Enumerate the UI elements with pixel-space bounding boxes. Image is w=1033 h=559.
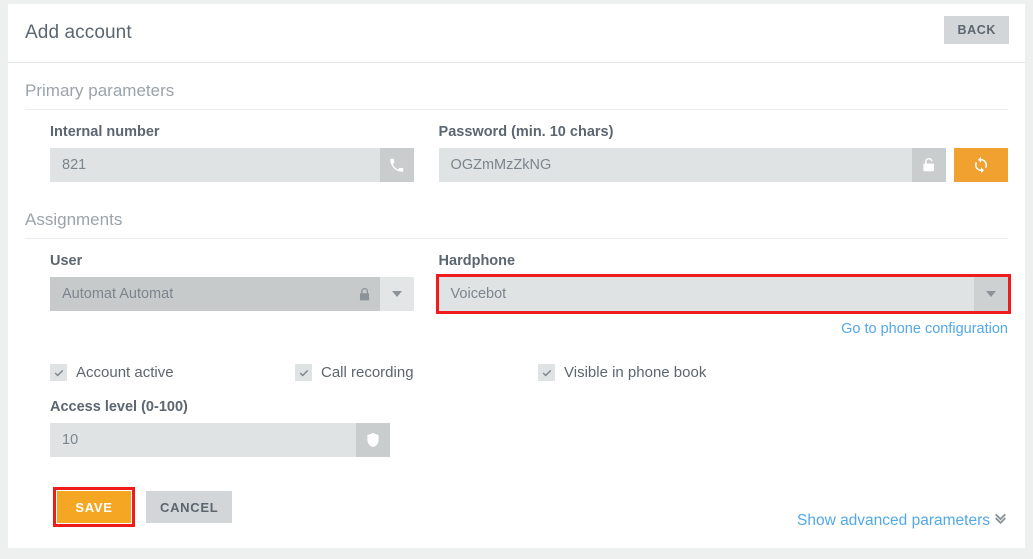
unlocked-padlock-icon — [912, 148, 946, 182]
user-label: User — [50, 253, 83, 269]
cancel-button[interactable]: CANCEL — [146, 491, 233, 523]
hardphone-select[interactable]: Voicebot — [435, 274, 1012, 314]
internal-number-field: Internal number — [50, 124, 414, 182]
internal-number-input[interactable] — [50, 148, 380, 182]
locked-padlock-icon — [349, 277, 380, 311]
password-input-wrap — [438, 148, 1008, 182]
section-heading-assignments: Assignments — [25, 210, 1008, 239]
options-checkbox-row: Account active Call recording Visible in… — [50, 364, 1008, 381]
user-select[interactable]: Automat Automat — [50, 277, 414, 311]
phone-icon — [379, 148, 414, 182]
page-header: Add account BACK — [8, 4, 1025, 63]
refresh-icon — [975, 156, 987, 174]
access-level-field: Access level (0-100) — [50, 399, 390, 457]
internal-number-label: Internal number — [50, 124, 160, 140]
checkbox-call-recording-label: Call recording — [321, 364, 414, 381]
access-level-input[interactable] — [50, 423, 356, 457]
hardphone-label: Hardphone — [438, 253, 516, 269]
password-input[interactable] — [438, 148, 912, 182]
save-button[interactable]: SAVE — [53, 487, 135, 527]
checkbox-call-recording[interactable]: Call recording — [295, 364, 538, 381]
phone-config-link-row: Go to phone configuration — [439, 320, 1008, 338]
advanced-parameters-row: Show advanced parameters — [797, 511, 1008, 531]
double-chevron-down-icon — [993, 511, 1008, 531]
checkbox-account-active[interactable]: Account active — [50, 364, 295, 381]
password-field: Password (min. 10 chars) — [438, 124, 1008, 182]
hardphone-select-chevron-down-icon[interactable] — [974, 277, 1008, 311]
primary-fields-row: Internal number Password (min. 10 chars) — [25, 124, 1008, 182]
checkmark-icon[interactable] — [50, 364, 67, 381]
form-body: Primary parameters Internal number Passw… — [8, 81, 1025, 529]
go-to-phone-configuration-link[interactable]: Go to phone configuration — [841, 321, 1008, 337]
checkmark-icon[interactable] — [295, 364, 312, 381]
checkbox-account-active-label: Account active — [76, 364, 174, 381]
hardphone-field: Hardphone Voicebot Go to phone configura… — [435, 253, 1012, 338]
access-level-label: Access level (0-100) — [50, 399, 188, 415]
regenerate-password-button[interactable] — [954, 148, 1008, 182]
internal-number-input-wrap — [50, 148, 414, 182]
show-advanced-parameters-label: Show advanced parameters — [796, 512, 990, 529]
checkmark-icon[interactable] — [538, 364, 555, 381]
user-select-chevron-down-icon[interactable] — [379, 277, 414, 311]
password-label: Password (min. 10 chars) — [438, 124, 614, 140]
user-select-value: Automat Automat — [50, 277, 350, 311]
user-field: User Automat Automat — [50, 253, 414, 338]
checkbox-visible-in-phone-book-label: Visible in phone book — [564, 364, 707, 381]
show-advanced-parameters-link[interactable]: Show advanced parameters — [797, 512, 1008, 529]
assignments-fields-row: User Automat Automat Hardphone Voicebot … — [25, 253, 1012, 338]
add-account-card: Add account BACK Primary parameters Inte… — [8, 4, 1025, 548]
checkbox-visible-in-phone-book[interactable]: Visible in phone book — [538, 364, 706, 381]
page-title: Add account — [25, 22, 132, 43]
shield-icon — [356, 423, 390, 457]
section-heading-primary: Primary parameters — [25, 81, 1008, 110]
back-button[interactable]: BACK — [944, 16, 1009, 44]
access-level-input-wrap — [50, 423, 390, 457]
hardphone-select-value: Voicebot — [438, 277, 974, 311]
